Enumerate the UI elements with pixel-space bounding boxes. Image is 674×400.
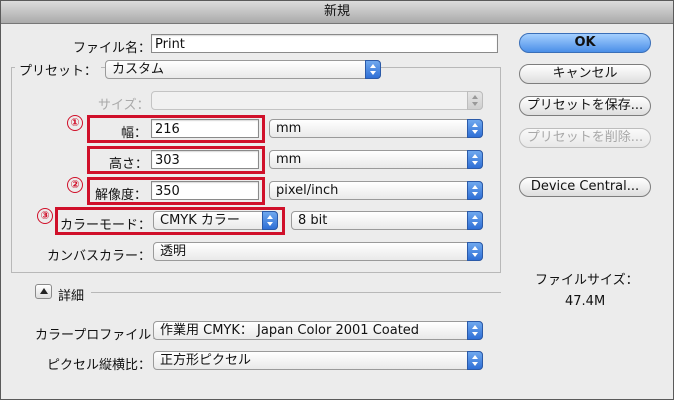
resolution-unit-select[interactable]: pixel/inch	[269, 181, 483, 200]
height-label: 高さ：	[109, 157, 149, 172]
advanced-disclosure-icon[interactable]	[35, 284, 52, 299]
preset-select[interactable]: カスタム	[105, 60, 381, 79]
width-unit-arrow-icon	[467, 119, 483, 138]
resolution-input[interactable]: 350	[151, 181, 259, 200]
delete-preset-button[interactable]: プリセットを削除...	[519, 128, 651, 148]
height-unit-select[interactable]: mm	[269, 150, 483, 169]
pixel-aspect-select[interactable]: 正方形ピクセル	[153, 351, 483, 370]
new-document-dialog: 新規 ファイル名： Print プリセット： カスタム サイズ： ① 幅： 21…	[0, 0, 674, 400]
background-select[interactable]: 透明	[153, 242, 483, 261]
color-mode-select[interactable]: CMYK カラー	[153, 211, 278, 230]
device-central-button[interactable]: Device Central...	[519, 177, 651, 197]
dialog-title: 新規	[1, 1, 673, 24]
color-mode-label: カラーモード：	[60, 218, 152, 233]
size-select-arrow-icon	[467, 91, 483, 110]
cancel-button[interactable]: キャンセル	[519, 64, 651, 84]
advanced-divider	[91, 292, 501, 293]
background-arrow-icon	[467, 242, 483, 261]
resolution-unit-value: pixel/inch	[276, 183, 339, 198]
color-profile-select[interactable]: 作業用 CMYK： Japan Color 2001 Coated	[153, 321, 483, 340]
marker-2: ②	[67, 177, 83, 193]
color-mode-arrow-icon	[262, 211, 278, 230]
width-unit-value: mm	[276, 121, 302, 136]
file-size-label: ファイルサイズ：	[535, 273, 639, 288]
width-unit-select[interactable]: mm	[269, 119, 483, 138]
resolution-unit-arrow-icon	[467, 181, 483, 200]
height-input[interactable]: 303	[151, 150, 259, 169]
color-mode-value: CMYK カラー	[160, 213, 240, 228]
advanced-label: 詳細	[58, 289, 85, 304]
bit-depth-value: 8 bit	[298, 213, 328, 228]
name-input[interactable]: Print	[151, 34, 498, 53]
file-size-value: 47.4M	[565, 294, 606, 309]
marker-1: ①	[67, 115, 83, 131]
marker-3: ③	[37, 208, 53, 224]
background-label: カンバスカラー：	[47, 249, 152, 264]
height-unit-value: mm	[276, 152, 302, 167]
color-profile-value: 作業用 CMYK： Japan Color 2001 Coated	[160, 323, 420, 338]
bit-depth-select[interactable]: 8 bit	[291, 211, 483, 230]
ok-button[interactable]: OK	[519, 33, 651, 53]
size-select[interactable]	[151, 91, 483, 110]
resolution-label: 解像度：	[95, 188, 148, 203]
background-value: 透明	[160, 244, 187, 259]
bit-depth-arrow-icon	[467, 211, 483, 230]
preset-select-arrow-icon	[365, 60, 381, 79]
preset-value: カスタム	[112, 62, 165, 77]
width-input[interactable]: 216	[151, 119, 259, 138]
color-profile-label: カラープロファイル：	[35, 328, 165, 343]
name-label: ファイル名：	[73, 41, 152, 56]
preset-label: プリセット：	[15, 60, 102, 79]
save-preset-button[interactable]: プリセットを保存...	[519, 96, 651, 116]
height-unit-arrow-icon	[467, 150, 483, 169]
pixel-aspect-value: 正方形ピクセル	[160, 353, 252, 368]
pixel-aspect-label: ピクセル縦横比：	[47, 358, 152, 373]
width-label: 幅：	[121, 126, 148, 141]
color-profile-arrow-icon	[467, 321, 483, 340]
size-label: サイズ：	[98, 98, 150, 113]
pixel-aspect-arrow-icon	[467, 351, 483, 370]
